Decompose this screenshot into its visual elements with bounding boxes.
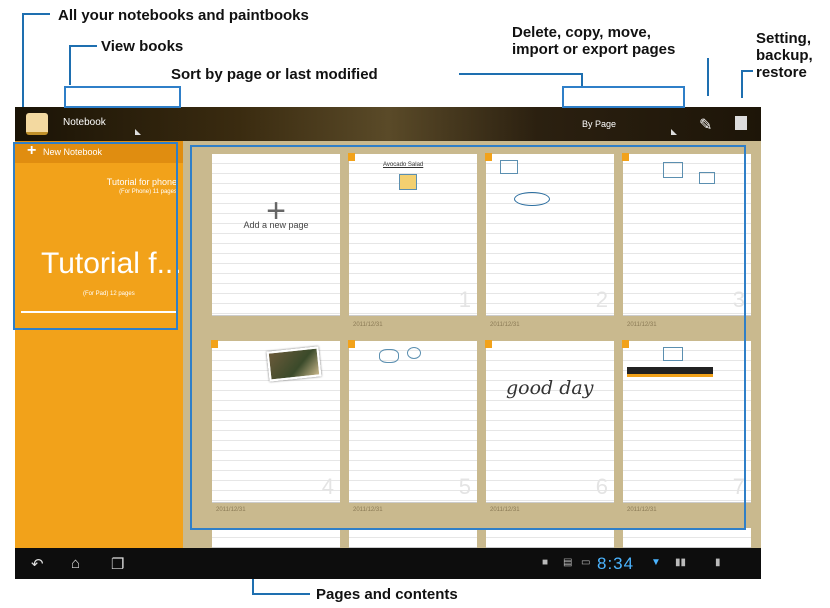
action-bar: Notebook By Page ✎ [15,107,761,141]
callout-delete-copy-1: Delete, copy, move, [512,24,651,41]
chevron-down-icon [671,129,677,135]
callout-setting-2: backup, [756,47,813,64]
leader-line [69,45,97,47]
leader-line [459,73,583,75]
back-icon[interactable]: ↶ [31,555,44,573]
page-thumbnail[interactable] [486,528,614,548]
battery-icon: ▮ [715,557,721,568]
leader-line [252,593,310,595]
sort-select[interactable]: By Page [582,119,616,129]
callout-sort: Sort by page or last modified [171,66,378,83]
signal-icon: ▮▮ [675,557,687,568]
leader-line [741,70,743,98]
callout-delete-copy-2: import or export pages [512,41,676,58]
lock-icon: ■ [542,557,549,568]
recent-apps-icon[interactable]: ❐ [111,555,124,573]
view-books-select[interactable]: Notebook [63,117,106,128]
callout-pages-contents: Pages and contents [316,586,458,603]
callout-view-books: View books [101,38,184,55]
clock: 8:34 [597,554,635,573]
home-icon[interactable]: ⌂ [71,555,80,572]
highlight-page-grid [190,145,746,530]
leader-line [69,45,71,85]
page-thumbnail[interactable] [623,528,751,548]
menu-icon[interactable] [735,116,747,130]
chevron-down-icon [135,129,141,135]
highlight-notebook-list [13,142,178,330]
leader-line [22,13,50,15]
notification-icon: ▤ [563,557,573,568]
callout-setting-1: Setting, [756,30,811,47]
leader-line [707,58,709,96]
system-nav-bar: ↶ ⌂ ❐ ■ ▤ ▭ 8:34 ▼ ▮▮ ▮ [15,548,761,579]
highlight-sort [562,86,685,108]
wifi-icon: ▼ [651,557,661,568]
pencil-icon[interactable]: ✎ [699,115,712,135]
highlight-view-books [64,86,181,108]
notification-icon: ▭ [581,557,591,568]
page-thumbnail[interactable] [212,528,340,548]
callout-setting-3: restore [756,64,807,81]
callout-all-books: All your notebooks and paintbooks [58,7,309,24]
leader-line [581,73,583,87]
page-thumbnail[interactable] [349,528,477,548]
notebook-app-icon[interactable] [26,113,48,135]
